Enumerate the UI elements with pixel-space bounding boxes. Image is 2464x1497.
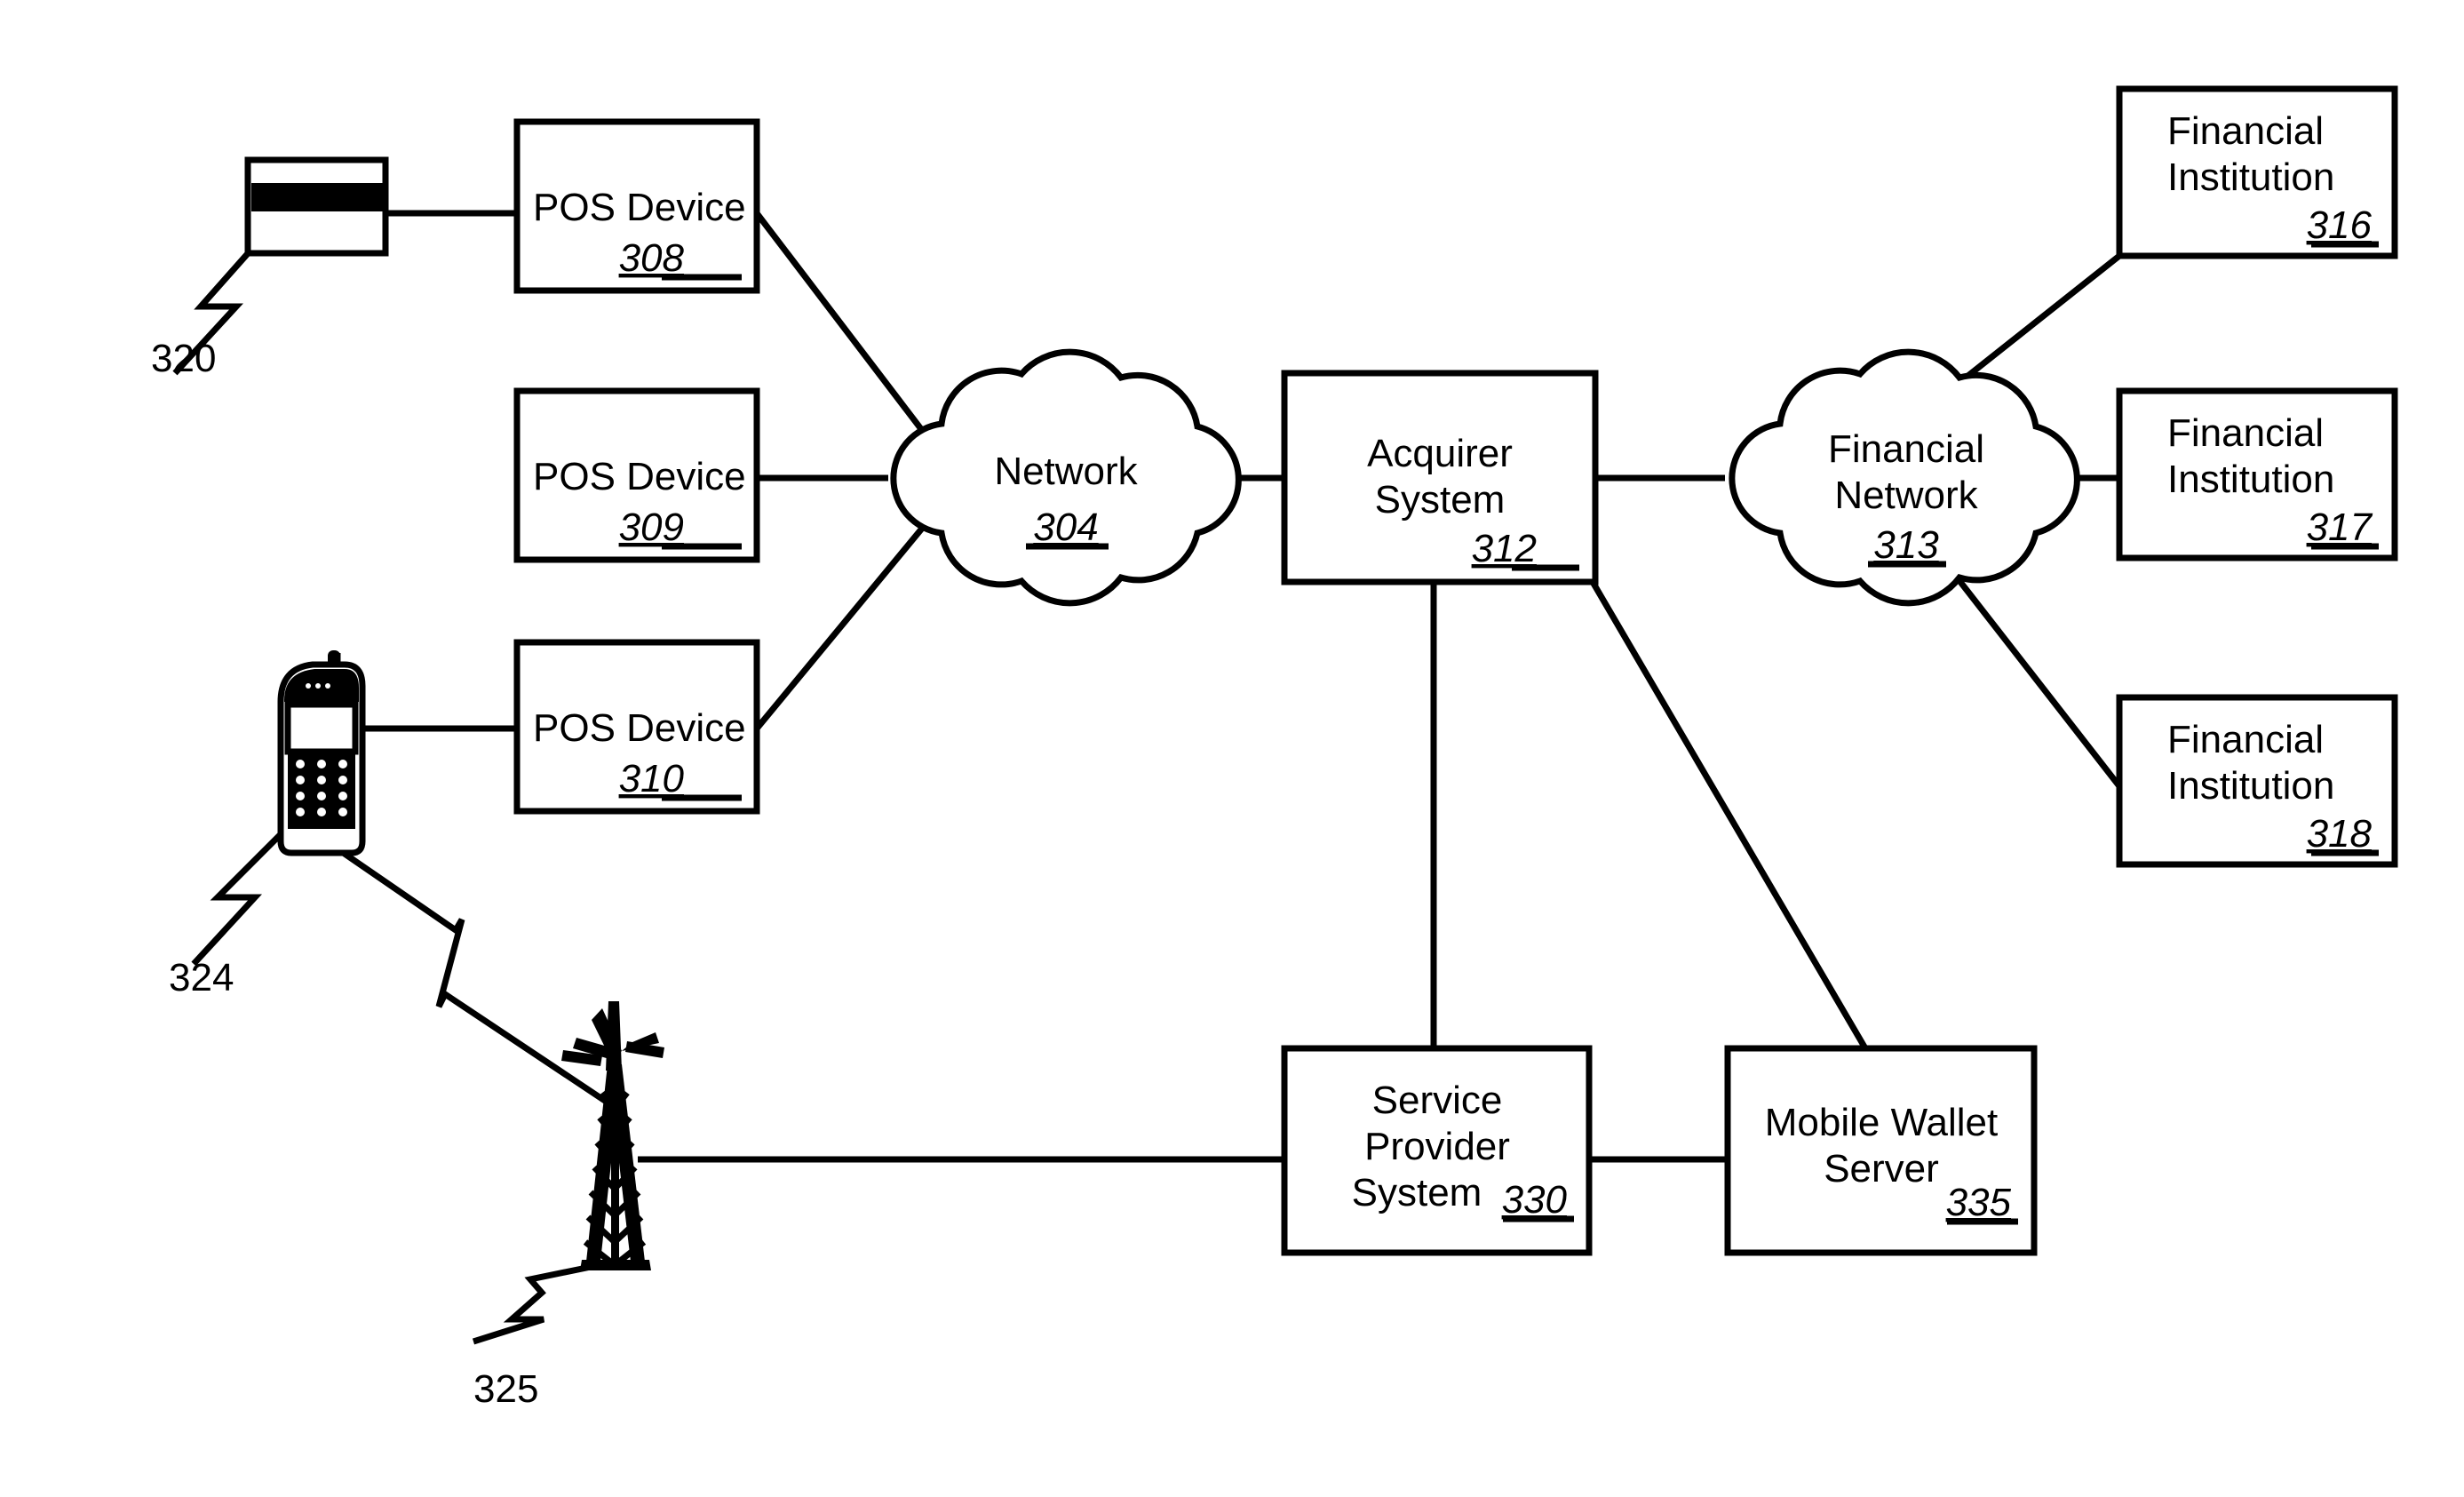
fi-318-ref: 318: [2307, 812, 2373, 856]
mobile-wallet-335-label-line2: Server: [1824, 1147, 1939, 1190]
fi-317-label-line1: Financial: [2167, 411, 2324, 455]
fi-318-label-line1: Financial: [2167, 718, 2324, 761]
financial-network-313-label-line2: Network: [1834, 474, 1978, 517]
link-acquirer-to-mobilewallet: [1589, 580, 1869, 1050]
acquirer-312-label-line1: Acquirer: [1367, 432, 1513, 475]
node-acquirer-system-312[interactable]: Acquirer System 312: [1281, 370, 1599, 585]
fi-316-label-line2: Institution: [2167, 155, 2334, 199]
service-provider-330-label-line2: Provider: [1364, 1125, 1510, 1168]
phone-speaker-hole-1: [306, 683, 311, 689]
fi-317-label-line2: Institution: [2167, 458, 2334, 501]
service-provider-330-label-line1: Service: [1372, 1079, 1503, 1122]
block-diagram-svg: 320 324 325 POS Device 308 POS Device 30…: [151, 85, 2398, 1411]
network-304-ref: 304: [1033, 506, 1098, 549]
ref-label-324: 324: [169, 956, 234, 999]
node-financial-institution-318[interactable]: Financial Institution 318: [2116, 694, 2398, 868]
mobile-phone-icon: [277, 650, 366, 856]
pos-308-ref: 308: [619, 236, 685, 280]
link-pos310-to-network: [754, 517, 932, 731]
cell-tower-icon: [561, 1001, 664, 1270]
node-mobile-wallet-server-335[interactable]: Mobile Wallet Server 335: [1724, 1045, 2038, 1256]
ref-label-325: 325: [473, 1367, 538, 1411]
node-financial-institution-317[interactable]: Financial Institution 317: [2116, 387, 2398, 561]
payment-card-icon: [244, 156, 389, 257]
network-304-label: Network: [994, 450, 1138, 493]
financial-network-313-label-line1: Financial: [1828, 427, 1984, 471]
phone-speaker-hole-3: [325, 683, 330, 689]
node-financial-institution-316[interactable]: Financial Institution 316: [2116, 85, 2398, 259]
ref-label-320: 320: [151, 337, 216, 380]
figure-canvas: 320 324 325 POS Device 308 POS Device 30…: [0, 0, 2464, 1497]
link-pos308-to-network: [754, 211, 935, 447]
mobile-wallet-335-ref: 335: [1946, 1181, 2012, 1224]
fi-316-label-line1: Financial: [2167, 109, 2324, 153]
fi-318-label-line2: Institution: [2167, 764, 2334, 808]
service-provider-330-label-line3: System: [1352, 1171, 1482, 1214]
node-financial-network-313[interactable]: Financial Network 313: [1729, 348, 2080, 607]
node-service-provider-system-330[interactable]: Service Provider System 330: [1281, 1045, 1593, 1256]
pos-310-ref: 310: [619, 757, 685, 800]
pos-310-label: POS Device: [533, 706, 746, 750]
service-provider-330-ref: 330: [1502, 1178, 1568, 1222]
fi-316-ref: 316: [2307, 203, 2373, 247]
acquirer-312-ref: 312: [1472, 527, 1537, 570]
link-finnetwork-to-fi318: [1939, 555, 2122, 789]
pos-309-ref: 309: [619, 506, 684, 549]
node-pos-device-310[interactable]: POS Device 310: [513, 639, 760, 815]
leader-line-324: [191, 831, 284, 967]
node-pos-device-308[interactable]: POS Device 308: [513, 118, 760, 294]
pos-309-label: POS Device: [533, 455, 746, 498]
fi-317-ref: 317: [2307, 506, 2373, 549]
pos-308-label: POS Device: [533, 186, 746, 229]
financial-network-313-ref: 313: [1873, 523, 1939, 567]
link-phone-to-tower-wireless: [329, 841, 615, 1109]
node-network-304[interactable]: Network 304: [890, 348, 1242, 607]
node-pos-device-309[interactable]: POS Device 309: [513, 387, 760, 563]
phone-speaker-hole-2: [315, 683, 321, 689]
mobile-wallet-335-label-line1: Mobile Wallet: [1765, 1101, 1998, 1144]
payment-card-magnetic-stripe: [251, 183, 383, 211]
acquirer-312-label-line2: System: [1375, 478, 1506, 522]
leader-line-325: [472, 1262, 596, 1345]
